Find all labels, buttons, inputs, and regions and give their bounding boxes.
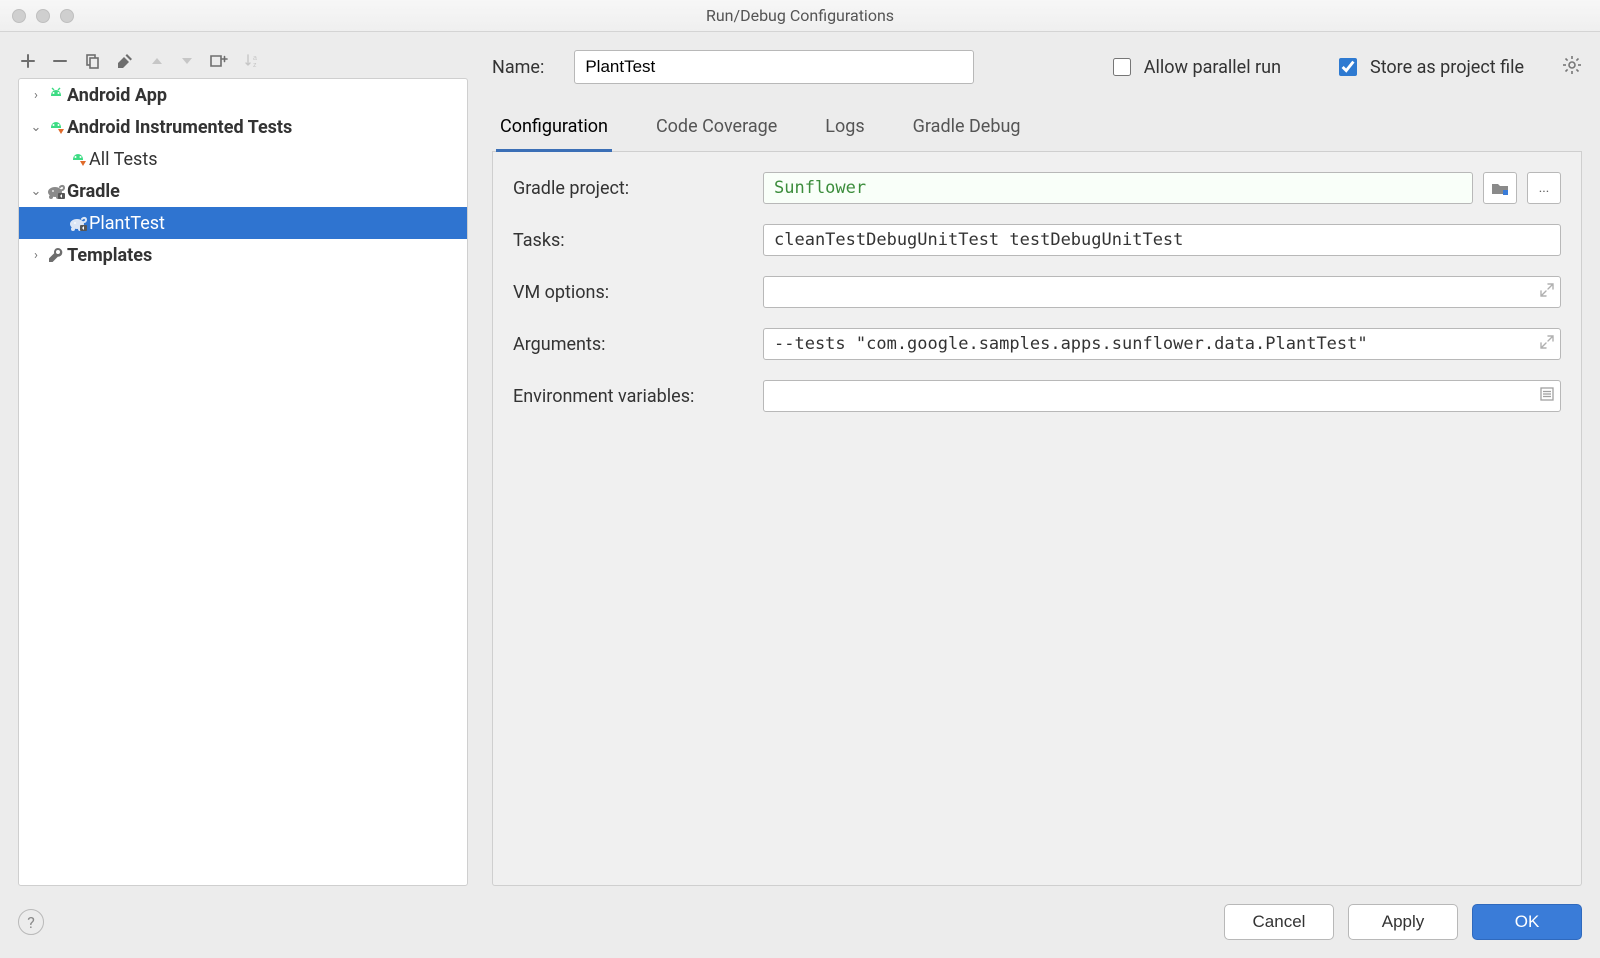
tree-item[interactable]: › Android App bbox=[19, 79, 467, 111]
tasks-input[interactable]: cleanTestDebugUnitTest testDebugUnitTest bbox=[763, 224, 1561, 256]
tree-item-label: All Tests bbox=[89, 149, 158, 170]
arguments-value: --tests "com.google.samples.apps.sunflow… bbox=[774, 334, 1368, 354]
tree-item-label: Gradle bbox=[67, 181, 120, 202]
titlebar: Run/Debug Configurations bbox=[0, 0, 1600, 32]
chevron-right-icon[interactable]: › bbox=[27, 88, 45, 103]
gradle-registered-project-button[interactable] bbox=[1483, 172, 1517, 204]
edit-templates-button[interactable] bbox=[116, 52, 134, 70]
tree-item-label: Templates bbox=[67, 245, 152, 266]
tree-item-label: PlantTest bbox=[89, 213, 165, 234]
tab-logs[interactable]: Logs bbox=[821, 106, 868, 151]
android-icon bbox=[45, 86, 67, 104]
help-button[interactable]: ? bbox=[18, 909, 44, 935]
tree-item[interactable]: PlantTest bbox=[19, 207, 467, 239]
gradle-project-value: Sunflower bbox=[774, 178, 866, 198]
gradle-project-input[interactable]: Sunflower bbox=[763, 172, 1473, 204]
sort-alpha-button[interactable]: az bbox=[244, 53, 262, 69]
ok-button[interactable]: OK bbox=[1472, 904, 1582, 940]
arguments-input[interactable]: --tests "com.google.samples.apps.sunflow… bbox=[763, 328, 1561, 360]
store-as-project-label: Store as project file bbox=[1370, 57, 1524, 78]
chevron-down-icon[interactable]: ⌄ bbox=[27, 120, 45, 135]
gradle-icon bbox=[67, 215, 89, 231]
gradle-project-label: Gradle project: bbox=[513, 178, 763, 199]
tab-gradle-debug[interactable]: Gradle Debug bbox=[909, 106, 1025, 151]
dialog-footer: ? Cancel Apply OK bbox=[0, 886, 1600, 958]
vm-options-label: VM options: bbox=[513, 282, 763, 303]
tree-item[interactable]: All Tests bbox=[19, 143, 467, 175]
env-vars-input[interactable] bbox=[763, 380, 1561, 412]
gear-icon[interactable] bbox=[1562, 55, 1582, 80]
android-test-icon bbox=[67, 150, 89, 168]
copy-config-button[interactable] bbox=[84, 53, 100, 69]
allow-parallel-checkbox[interactable]: Allow parallel run bbox=[1109, 55, 1281, 79]
save-config-button[interactable] bbox=[210, 53, 228, 69]
window-title: Run/Debug Configurations bbox=[0, 6, 1600, 25]
gradle-icon bbox=[45, 183, 67, 199]
tree-item-label: Android App bbox=[67, 85, 167, 106]
tree-item[interactable]: ⌄ Gradle bbox=[19, 175, 467, 207]
expand-icon[interactable] bbox=[1540, 283, 1554, 301]
name-label: Name: bbox=[492, 57, 544, 78]
move-down-button[interactable] bbox=[180, 54, 194, 68]
vm-options-input[interactable] bbox=[763, 276, 1561, 308]
svg-text:a: a bbox=[253, 55, 257, 62]
list-icon[interactable] bbox=[1540, 386, 1554, 406]
svg-text:z: z bbox=[253, 62, 257, 69]
store-as-project-checkbox[interactable]: Store as project file bbox=[1335, 55, 1524, 79]
config-tree[interactable]: › Android App ⌄ Android Instrumented Tests A… bbox=[18, 78, 468, 886]
android-test-icon bbox=[45, 118, 67, 136]
sidebar-toolbar: az bbox=[18, 50, 468, 78]
sidebar: az › Android App ⌄ Android Instrumented Tes… bbox=[18, 50, 468, 886]
name-input[interactable] bbox=[574, 50, 974, 84]
tree-item-label: Android Instrumented Tests bbox=[67, 117, 292, 138]
gradle-browse-button[interactable]: ... bbox=[1527, 172, 1561, 204]
tab-code-coverage[interactable]: Code Coverage bbox=[652, 106, 781, 151]
cancel-button[interactable]: Cancel bbox=[1224, 904, 1334, 940]
add-config-button[interactable] bbox=[20, 53, 36, 69]
chevron-right-icon[interactable]: › bbox=[27, 248, 45, 263]
wrench-icon bbox=[45, 246, 67, 264]
apply-button[interactable]: Apply bbox=[1348, 904, 1458, 940]
tree-item[interactable]: ⌄ Android Instrumented Tests bbox=[19, 111, 467, 143]
expand-icon[interactable] bbox=[1540, 335, 1554, 353]
arguments-label: Arguments: bbox=[513, 334, 763, 355]
tabs: Configuration Code Coverage Logs Gradle Deb… bbox=[492, 106, 1582, 152]
allow-parallel-label: Allow parallel run bbox=[1144, 57, 1281, 78]
tab-configuration[interactable]: Configuration bbox=[496, 106, 612, 152]
remove-config-button[interactable] bbox=[52, 53, 68, 69]
tree-item[interactable]: › Templates bbox=[19, 239, 467, 271]
tasks-label: Tasks: bbox=[513, 230, 763, 251]
configuration-form: Gradle project: Sunflower ... Tasks: cle… bbox=[492, 152, 1582, 886]
chevron-down-icon[interactable]: ⌄ bbox=[27, 184, 45, 199]
tasks-value: cleanTestDebugUnitTest testDebugUnitTest bbox=[774, 230, 1183, 250]
main-panel: Name: Allow parallel run Store as projec… bbox=[492, 50, 1582, 886]
env-vars-label: Environment variables: bbox=[513, 386, 763, 407]
move-up-button[interactable] bbox=[150, 54, 164, 68]
